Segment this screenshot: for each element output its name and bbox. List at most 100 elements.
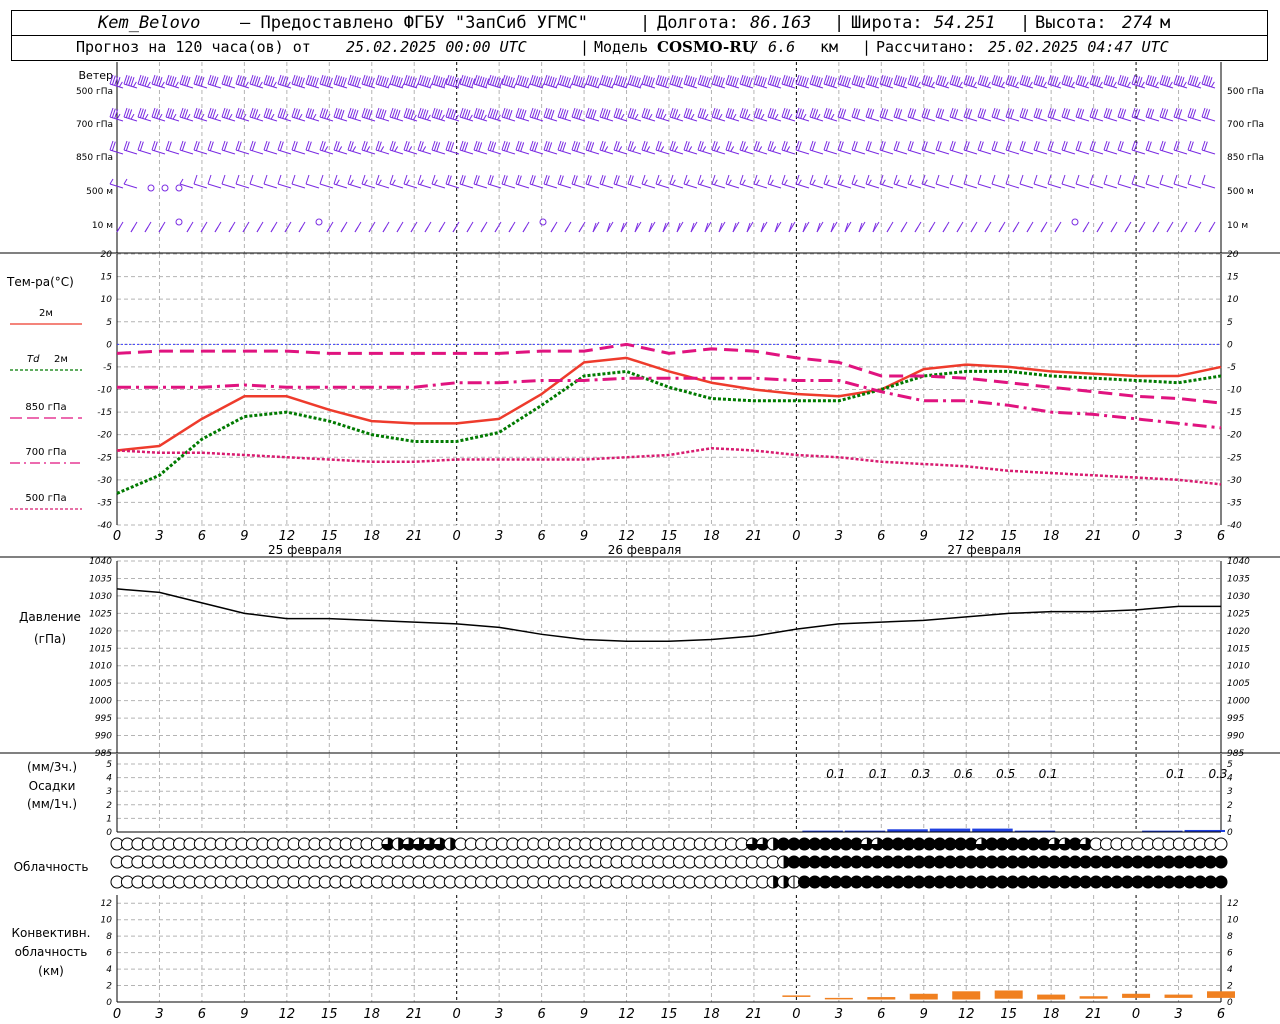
convective-cloud-bar (1164, 994, 1193, 998)
precip-3h-value: 0.1 (869, 767, 888, 781)
x-tick-label: 6 (198, 529, 206, 544)
wind-barb (585, 174, 600, 189)
barb-staff (823, 116, 838, 122)
barb-staff (935, 183, 950, 189)
convective-cloud-bar (1207, 991, 1235, 998)
temp-y-tick: -15 (1227, 408, 1242, 418)
barb-staff (655, 83, 670, 89)
wind-barb (879, 107, 894, 122)
wind-barb (207, 74, 222, 89)
wind-barb (1005, 107, 1020, 122)
barb-feather (578, 226, 583, 233)
barb-staff (1103, 183, 1118, 189)
wind-barb (935, 107, 950, 122)
wind-barb (676, 221, 684, 233)
wind-barb (501, 140, 516, 155)
wind-barb (235, 174, 250, 189)
wind-barb (515, 174, 530, 189)
barb-feather (291, 174, 296, 185)
barb-staff (207, 116, 222, 122)
barb-staff (1075, 183, 1090, 189)
barb-staff (753, 183, 768, 189)
barb-feather (942, 226, 947, 233)
barb-staff (515, 83, 530, 89)
wind-barb (1061, 74, 1076, 89)
barb-staff (739, 83, 754, 89)
wind-barb (221, 107, 236, 122)
barb-feather (958, 81, 963, 88)
barb-feather (895, 179, 900, 185)
wind-barb (1033, 74, 1048, 89)
wind-barb (837, 174, 852, 189)
wind-barb (767, 140, 782, 155)
barb-staff (291, 116, 306, 122)
barb-staff (319, 83, 334, 89)
temp-y-tick: -20 (97, 431, 112, 441)
precip-3h-value: 0.1 (826, 767, 845, 781)
barb-staff (403, 83, 418, 89)
pressure-axis-label: Давление (19, 610, 81, 624)
barb-feather (1182, 81, 1187, 88)
wind-barb (767, 174, 782, 189)
barb-staff (389, 183, 404, 189)
temp-y-tick: 5 (106, 318, 112, 328)
barb-staff (977, 183, 992, 189)
barb-staff (249, 149, 264, 155)
wind-barb (879, 74, 894, 89)
wind-barb (207, 174, 222, 189)
convective-cloud-bar (909, 993, 938, 1000)
wind-barb (403, 174, 418, 189)
pressure-y-tick: 985 (1227, 749, 1244, 759)
wind-barb (1040, 221, 1048, 233)
wind-barb (235, 74, 250, 89)
calm-circle (175, 184, 183, 192)
barb-feather (767, 174, 772, 185)
wind-barb (1138, 221, 1146, 233)
wind-barb (1131, 174, 1146, 189)
barb-staff (431, 83, 446, 89)
wind-barb (396, 221, 404, 233)
barb-staff (333, 149, 348, 155)
wind-barb (585, 107, 600, 122)
barb-staff (1089, 149, 1104, 155)
wind-barb (781, 74, 796, 89)
barb-staff (627, 149, 642, 155)
barb-feather (1082, 226, 1087, 233)
barb-staff (879, 83, 894, 89)
wind-barb (1089, 107, 1104, 122)
wind-barb (739, 107, 754, 122)
wind-barb (1173, 74, 1188, 89)
wind-level-label: 700 гПа (76, 120, 113, 130)
x-tick-label: 21 (746, 1007, 763, 1022)
barb-feather (480, 226, 485, 233)
barb-staff (375, 149, 390, 155)
wind-barb (718, 221, 726, 233)
wind-barb (1117, 140, 1132, 155)
barb-feather (431, 174, 436, 185)
x-tick-label: 3 (835, 529, 843, 544)
cloud-symbol (1214, 875, 1228, 889)
barb-feather (643, 179, 648, 185)
barb-staff (571, 116, 586, 122)
barb-feather (972, 81, 977, 88)
wind-barb (298, 221, 306, 233)
convective-y-tick: 12 (1227, 899, 1239, 909)
wind-barb (571, 140, 586, 155)
wind-barb (550, 221, 558, 233)
barb-staff (1005, 183, 1020, 189)
barb-staff (613, 116, 628, 122)
barb-staff (193, 149, 208, 155)
wind-barb (319, 174, 334, 189)
barb-staff (1187, 183, 1202, 189)
x-tick-label: 0 (1132, 529, 1140, 544)
barb-feather (452, 226, 457, 233)
cloud-circle (1214, 837, 1228, 851)
barb-staff (739, 149, 754, 155)
barb-feather (648, 113, 653, 120)
barb-staff (683, 116, 698, 122)
wind-barb (627, 107, 642, 122)
barb-staff (655, 183, 670, 189)
barb-staff (1131, 149, 1146, 155)
wind-level-label: 500 м (1227, 187, 1254, 197)
pressure-y-tick: 1040 (1227, 557, 1250, 567)
